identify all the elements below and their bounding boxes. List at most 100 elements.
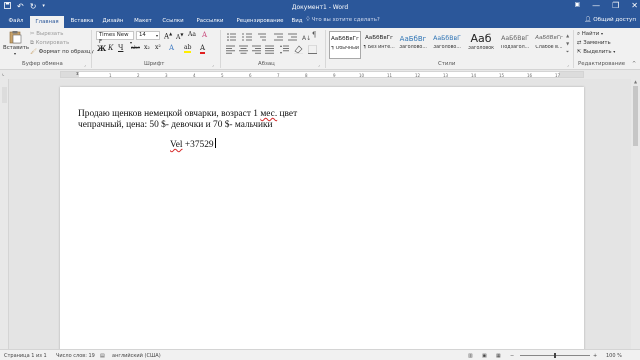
horizontal-ruler[interactable]: ⧗ 1 2 3 4 5 6 7 8 9 10 11 12 13 14 15 16… bbox=[60, 71, 584, 78]
restore-button[interactable]: ❐ bbox=[612, 1, 619, 10]
strikethrough-button[interactable]: abc bbox=[131, 45, 140, 51]
font-launcher-icon[interactable]: ⌟ bbox=[212, 62, 214, 67]
style-title[interactable]: Ааб Заголовок bbox=[465, 31, 497, 59]
tab-insert[interactable]: Вставка bbox=[68, 17, 96, 28]
scroll-thumb[interactable] bbox=[633, 86, 638, 146]
style-no-spacing[interactable]: АаБбВвГг ¶ Без инте... bbox=[363, 31, 395, 59]
ribbon-home: Вставить ▾ ✂︎ Вырезать ⧉ Копировать 🖌︎ Ф… bbox=[0, 28, 640, 70]
spelling-error[interactable]: Vel bbox=[170, 140, 183, 150]
minimize-button[interactable]: — bbox=[592, 1, 600, 10]
find-button[interactable]: ⌕ Найти ▾ bbox=[577, 31, 603, 38]
body-line-3[interactable]: Vel +37529 bbox=[170, 138, 216, 152]
paragraph-launcher-icon[interactable]: ⌟ bbox=[318, 62, 320, 67]
status-word-count[interactable]: Число слов: 19 bbox=[56, 353, 95, 359]
vertical-ruler[interactable] bbox=[0, 79, 9, 349]
borders-icon bbox=[308, 45, 317, 54]
print-layout-icon[interactable]: ▣ bbox=[482, 353, 487, 359]
underline-button[interactable]: Ч bbox=[118, 44, 123, 52]
chevron-down-icon: ▾ bbox=[155, 33, 158, 38]
paste-button[interactable]: Вставить ▾ bbox=[3, 30, 29, 58]
tab-design[interactable]: Дизайн bbox=[100, 17, 126, 28]
styles-scroll[interactable]: ▲ ▼ ⏷ bbox=[566, 32, 569, 56]
clipboard-icon bbox=[9, 31, 22, 44]
scroll-up-icon[interactable]: ▲ bbox=[631, 79, 640, 84]
text-run: +37529 bbox=[182, 140, 214, 150]
status-page[interactable]: Страница 1 из 1 bbox=[4, 353, 47, 359]
style-heading-1[interactable]: АаБбВг Заголово... bbox=[397, 31, 429, 59]
text-effects-button[interactable]: A bbox=[169, 44, 174, 52]
tab-review[interactable]: Рецензирование bbox=[234, 17, 286, 28]
ribbon-options-icon[interactable]: ▣ bbox=[574, 1, 580, 10]
highlight-icon: ab bbox=[184, 44, 192, 51]
ruler-tick: 12 bbox=[415, 73, 421, 78]
select-button[interactable]: ⇱ Выделить ▾ bbox=[577, 49, 615, 55]
shrink-font-button[interactable]: A▼ bbox=[176, 32, 183, 41]
tab-references[interactable]: Ссылки bbox=[160, 17, 186, 28]
sort-icon: A↓ bbox=[302, 35, 311, 42]
body-line-2[interactable]: чепрачный, цена: 50 $- девочки и 70 $- м… bbox=[78, 120, 273, 132]
copy-icon: ⧉ bbox=[30, 40, 34, 46]
web-layout-icon[interactable]: ▦ bbox=[496, 353, 501, 359]
style-subtitle[interactable]: АаБбВвГ Подзагол... bbox=[499, 31, 531, 59]
zoom-level[interactable]: 100 % bbox=[606, 353, 622, 359]
clear-formatting-button[interactable]: A bbox=[202, 31, 207, 39]
scroll-up-icon[interactable]: ▲ bbox=[566, 32, 569, 40]
proofing-icon[interactable]: ▤ bbox=[100, 353, 105, 359]
grow-font-button[interactable]: A▲ bbox=[164, 31, 172, 40]
copy-button[interactable]: ⧉ Копировать bbox=[30, 40, 69, 47]
subscript-button[interactable]: x₂ bbox=[144, 44, 150, 51]
tab-home[interactable]: Главная bbox=[30, 16, 64, 28]
read-mode-icon[interactable]: ▥ bbox=[468, 353, 473, 359]
vruler-top-margin bbox=[2, 87, 7, 103]
more-styles-icon[interactable]: ⏷ bbox=[566, 48, 569, 56]
cut-button[interactable]: ✂︎ Вырезать bbox=[30, 31, 63, 37]
tab-mailings[interactable]: Рассылки bbox=[194, 17, 226, 28]
underline-icon: Ч bbox=[118, 44, 124, 52]
clipboard-launcher-icon[interactable]: ⌟ bbox=[84, 62, 86, 67]
style-preview: АаБбВвГ bbox=[433, 35, 461, 42]
change-case-button[interactable]: Aa bbox=[188, 31, 196, 38]
indent-marker-icon[interactable]: ⧗ bbox=[76, 71, 79, 76]
paste-dropdown-icon: ▾ bbox=[13, 51, 16, 56]
bold-button[interactable]: Ж bbox=[97, 44, 106, 53]
zoom-out-icon[interactable]: − bbox=[510, 353, 514, 359]
share-button[interactable]: 👤︎ Общий доступ bbox=[584, 17, 636, 23]
body-line-1[interactable]: Продаю щенков немецкой овчарки, возраст … bbox=[78, 109, 297, 121]
font-name-select[interactable]: Times New F ▾ bbox=[96, 31, 134, 45]
zoom-in-icon[interactable]: + bbox=[593, 353, 597, 359]
style-normal[interactable]: АаБбВвГг ¶ Обычный bbox=[329, 31, 361, 59]
tab-layout[interactable]: Макет bbox=[132, 17, 154, 28]
vertical-scrollbar[interactable]: ▲ bbox=[631, 79, 640, 349]
tab-file[interactable]: Файл bbox=[6, 17, 26, 28]
zoom-thumb[interactable] bbox=[554, 353, 556, 358]
style-heading-2[interactable]: АаБбВвГ Заголово... bbox=[431, 31, 463, 59]
close-button[interactable]: ✕ bbox=[631, 1, 638, 10]
status-language[interactable]: английский (США) bbox=[112, 353, 161, 359]
window-controls: ▣ — ❐ ✕ bbox=[574, 1, 638, 10]
font-color-button[interactable]: A bbox=[200, 44, 206, 54]
font-size-select[interactable]: 14 ▾ bbox=[136, 31, 160, 40]
collapse-ribbon-icon[interactable]: ^ bbox=[632, 61, 636, 67]
styles-launcher-icon[interactable]: ⌟ bbox=[567, 62, 569, 67]
search-icon: ⌕ bbox=[577, 31, 581, 37]
tell-me-search[interactable]: 💡︎ Что вы хотите сделать? bbox=[306, 17, 380, 24]
ruler-tick: 3 bbox=[165, 73, 168, 78]
italic-button[interactable]: К bbox=[108, 44, 113, 52]
replace-button[interactable]: ⇄ Заменить bbox=[577, 40, 611, 46]
tab-view[interactable]: Вид bbox=[290, 17, 304, 28]
highlight-button[interactable]: ab bbox=[184, 44, 192, 53]
tell-me-label: Что вы хотите сделать? bbox=[311, 17, 380, 23]
spelling-error[interactable]: мес. bbox=[260, 109, 277, 119]
style-subtle-emphasis[interactable]: АаБбВвГг Слабое в... bbox=[533, 31, 565, 59]
subscript-icon: x₂ bbox=[144, 44, 150, 51]
word-window: ↶ ↻ ▾ Документ1 - Word ▣ — ❐ ✕ Файл Глав… bbox=[0, 0, 640, 360]
scroll-down-icon[interactable]: ▼ bbox=[566, 40, 569, 48]
format-painter-button[interactable]: 🖌︎ Формат по образцу bbox=[30, 49, 94, 55]
paragraph-group-label: Абзац bbox=[258, 61, 275, 67]
style-preview: АаБбВвГг bbox=[364, 35, 394, 41]
tab-selector-icon[interactable]: ⌞ bbox=[2, 71, 4, 77]
style-name: Слабое в... bbox=[535, 45, 563, 50]
document-page[interactable]: Продаю щенков немецкой овчарки, возраст … bbox=[60, 87, 584, 360]
pilcrow-icon[interactable]: ¶ bbox=[312, 31, 316, 39]
superscript-button[interactable]: x² bbox=[155, 44, 161, 51]
